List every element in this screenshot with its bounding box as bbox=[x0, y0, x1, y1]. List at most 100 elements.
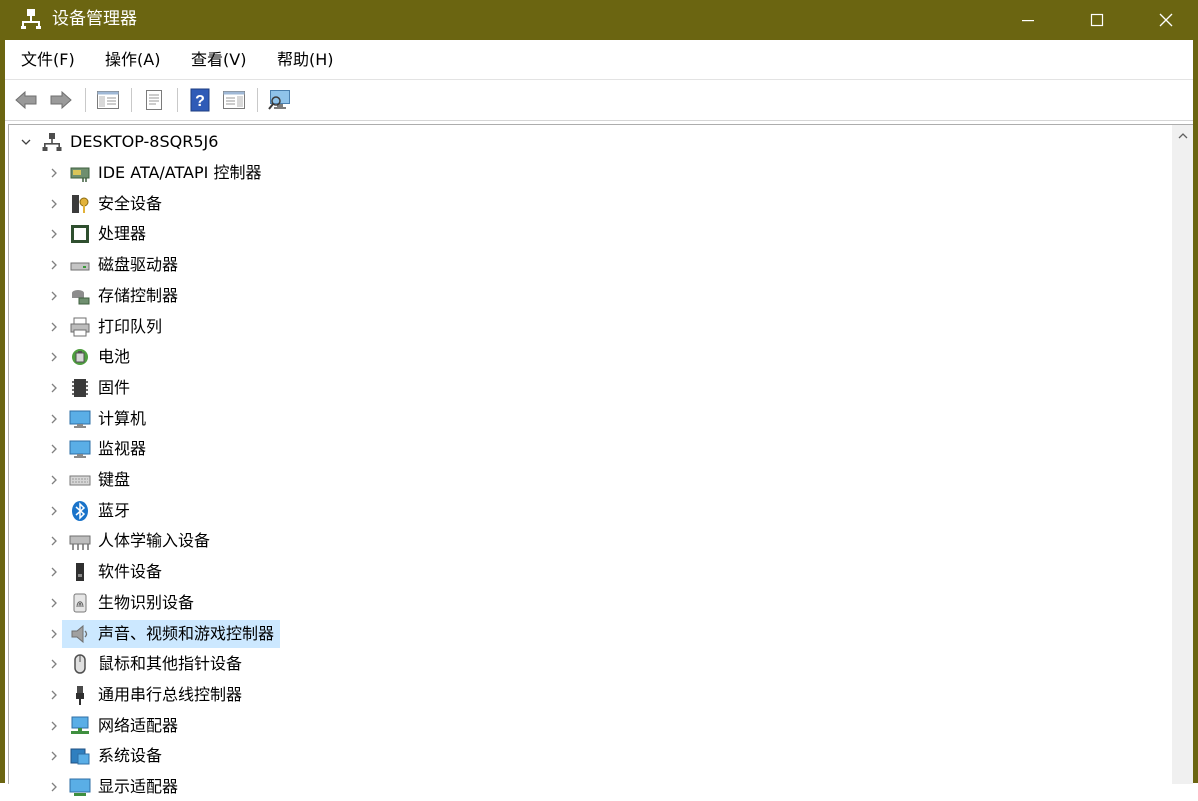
tree-item[interactable]: 计算机 bbox=[46, 405, 152, 433]
chevron-right-icon[interactable] bbox=[46, 503, 62, 519]
tree-item[interactable]: 网络适配器 bbox=[46, 712, 184, 740]
tree-item[interactable]: 生物识别设备 bbox=[46, 589, 200, 617]
security-device-icon bbox=[68, 193, 92, 215]
tree-item[interactable]: 打印队列 bbox=[46, 313, 168, 341]
tree-item-content[interactable]: 软件设备 bbox=[62, 558, 168, 586]
tree-item-label: 磁盘驱动器 bbox=[98, 255, 179, 274]
tree-item[interactable]: 磁盘驱动器 bbox=[46, 251, 184, 279]
menu-file[interactable]: 文件(F) bbox=[21, 49, 75, 71]
tree-item[interactable]: IDE ATA/ATAPI 控制器 bbox=[46, 159, 267, 187]
tree-item-content[interactable]: 存储控制器 bbox=[62, 282, 184, 310]
tree-item[interactable]: 通用串行总线控制器 bbox=[46, 681, 248, 709]
tree-item[interactable]: 电池 bbox=[46, 343, 136, 371]
tree-item[interactable]: 系统设备 bbox=[46, 742, 168, 770]
tree-item-label: IDE ATA/ATAPI 控制器 bbox=[98, 163, 262, 182]
vertical-scrollbar[interactable] bbox=[1172, 124, 1193, 784]
tree-item-content[interactable]: 显示适配器 bbox=[62, 773, 184, 801]
tree-item-label: 生物识别设备 bbox=[98, 593, 195, 612]
tree-item-content[interactable]: 鼠标和其他指针设备 bbox=[62, 650, 248, 678]
maximize-icon bbox=[1090, 13, 1104, 27]
tree-item[interactable]: 蓝牙 bbox=[46, 497, 136, 525]
chevron-right-icon[interactable] bbox=[46, 319, 62, 335]
action-pane-button[interactable] bbox=[221, 88, 247, 112]
tree-item[interactable]: 安全设备 bbox=[46, 190, 168, 218]
show-hide-console-tree-button[interactable] bbox=[95, 88, 121, 112]
tree-item-content[interactable]: 监视器 bbox=[62, 435, 152, 463]
chevron-down-icon[interactable] bbox=[18, 134, 34, 150]
chevron-right-icon[interactable] bbox=[46, 656, 62, 672]
tree-item[interactable]: 监视器 bbox=[46, 435, 152, 463]
chevron-right-icon[interactable] bbox=[46, 411, 62, 427]
chevron-right-icon[interactable] bbox=[46, 595, 62, 611]
tree-item-content[interactable]: 键盘 bbox=[62, 466, 136, 494]
tree-item[interactable]: 人体学输入设备 bbox=[46, 527, 216, 555]
tree-item[interactable]: 软件设备 bbox=[46, 558, 168, 586]
tree-item-label: 电池 bbox=[98, 347, 131, 366]
chevron-right-icon[interactable] bbox=[46, 626, 62, 642]
minimize-button[interactable] bbox=[994, 0, 1062, 40]
chevron-right-icon[interactable] bbox=[46, 687, 62, 703]
firmware-icon bbox=[68, 377, 92, 399]
chevron-right-icon[interactable] bbox=[46, 779, 62, 795]
chevron-right-icon[interactable] bbox=[46, 718, 62, 734]
chevron-right-icon[interactable] bbox=[46, 257, 62, 273]
tree-item[interactable]: 键盘 bbox=[46, 466, 136, 494]
toolbar: ? bbox=[5, 79, 1193, 121]
window-frame-right bbox=[1193, 40, 1198, 783]
chevron-right-icon[interactable] bbox=[46, 748, 62, 764]
tree-item-content[interactable]: 系统设备 bbox=[62, 742, 168, 770]
tree-item-content[interactable]: 打印队列 bbox=[62, 313, 168, 341]
tree-item-content[interactable]: 通用串行总线控制器 bbox=[62, 681, 248, 709]
help-button[interactable]: ? bbox=[187, 88, 213, 112]
chevron-right-icon[interactable] bbox=[46, 196, 62, 212]
tree-item[interactable]: 鼠标和其他指针设备 bbox=[46, 650, 248, 678]
menu-help[interactable]: 帮助(H) bbox=[277, 49, 334, 71]
tree-item[interactable]: 固件 bbox=[46, 374, 136, 402]
tree-root[interactable]: DESKTOP-8SQR5J6 bbox=[18, 128, 218, 156]
chevron-right-icon[interactable] bbox=[46, 533, 62, 549]
chevron-right-icon[interactable] bbox=[46, 564, 62, 580]
scroll-up-button[interactable] bbox=[1172, 125, 1193, 147]
menu-action[interactable]: 操作(A) bbox=[105, 49, 160, 71]
mouse-icon bbox=[68, 653, 92, 675]
properties-button[interactable] bbox=[141, 88, 167, 112]
tree-item-content[interactable]: 安全设备 bbox=[62, 190, 168, 218]
software-device-icon bbox=[68, 561, 92, 583]
tree-item-content[interactable]: 电池 bbox=[62, 343, 136, 371]
help-icon: ? bbox=[190, 88, 210, 112]
tree-item-content[interactable]: 网络适配器 bbox=[62, 712, 184, 740]
chevron-right-icon[interactable] bbox=[46, 380, 62, 396]
keyboard-icon bbox=[68, 469, 92, 491]
chevron-right-icon[interactable] bbox=[46, 288, 62, 304]
chevron-right-icon[interactable] bbox=[46, 165, 62, 181]
chevron-right-icon[interactable] bbox=[46, 349, 62, 365]
tree-item-content[interactable]: 处理器 bbox=[62, 220, 152, 248]
tree-item-content[interactable]: 蓝牙 bbox=[62, 497, 136, 525]
tree-item[interactable]: 存储控制器 bbox=[46, 282, 184, 310]
tree-item-content[interactable]: IDE ATA/ATAPI 控制器 bbox=[62, 159, 267, 187]
forward-arrow-icon bbox=[50, 90, 72, 110]
chevron-right-icon[interactable] bbox=[46, 472, 62, 488]
bluetooth-icon bbox=[68, 500, 92, 522]
tree-item[interactable]: 显示适配器 bbox=[46, 773, 184, 801]
tree-item-content[interactable]: 计算机 bbox=[62, 405, 152, 433]
scan-hardware-button[interactable] bbox=[267, 88, 293, 112]
close-button[interactable] bbox=[1132, 0, 1198, 40]
back-arrow-icon bbox=[15, 90, 37, 110]
tree-item-label: 固件 bbox=[98, 378, 131, 397]
back-button[interactable] bbox=[13, 88, 39, 112]
chevron-right-icon[interactable] bbox=[46, 441, 62, 457]
tree-item-content[interactable]: 生物识别设备 bbox=[62, 589, 200, 617]
menu-view[interactable]: 查看(V) bbox=[191, 49, 246, 71]
tree-item[interactable]: 处理器 bbox=[46, 220, 152, 248]
chevron-right-icon[interactable] bbox=[46, 226, 62, 242]
maximize-button[interactable] bbox=[1063, 0, 1131, 40]
forward-button[interactable] bbox=[48, 88, 74, 112]
tree-item-label: 打印队列 bbox=[98, 317, 163, 336]
tree-item-content[interactable]: 声音、视频和游戏控制器 bbox=[62, 620, 281, 648]
tree-item[interactable]: 声音、视频和游戏控制器 bbox=[46, 620, 281, 648]
tree-item-content[interactable]: 磁盘驱动器 bbox=[62, 251, 184, 279]
tree-item-content[interactable]: 固件 bbox=[62, 374, 136, 402]
tree-item-content[interactable]: 人体学输入设备 bbox=[62, 527, 216, 555]
scan-hardware-icon bbox=[268, 90, 290, 110]
